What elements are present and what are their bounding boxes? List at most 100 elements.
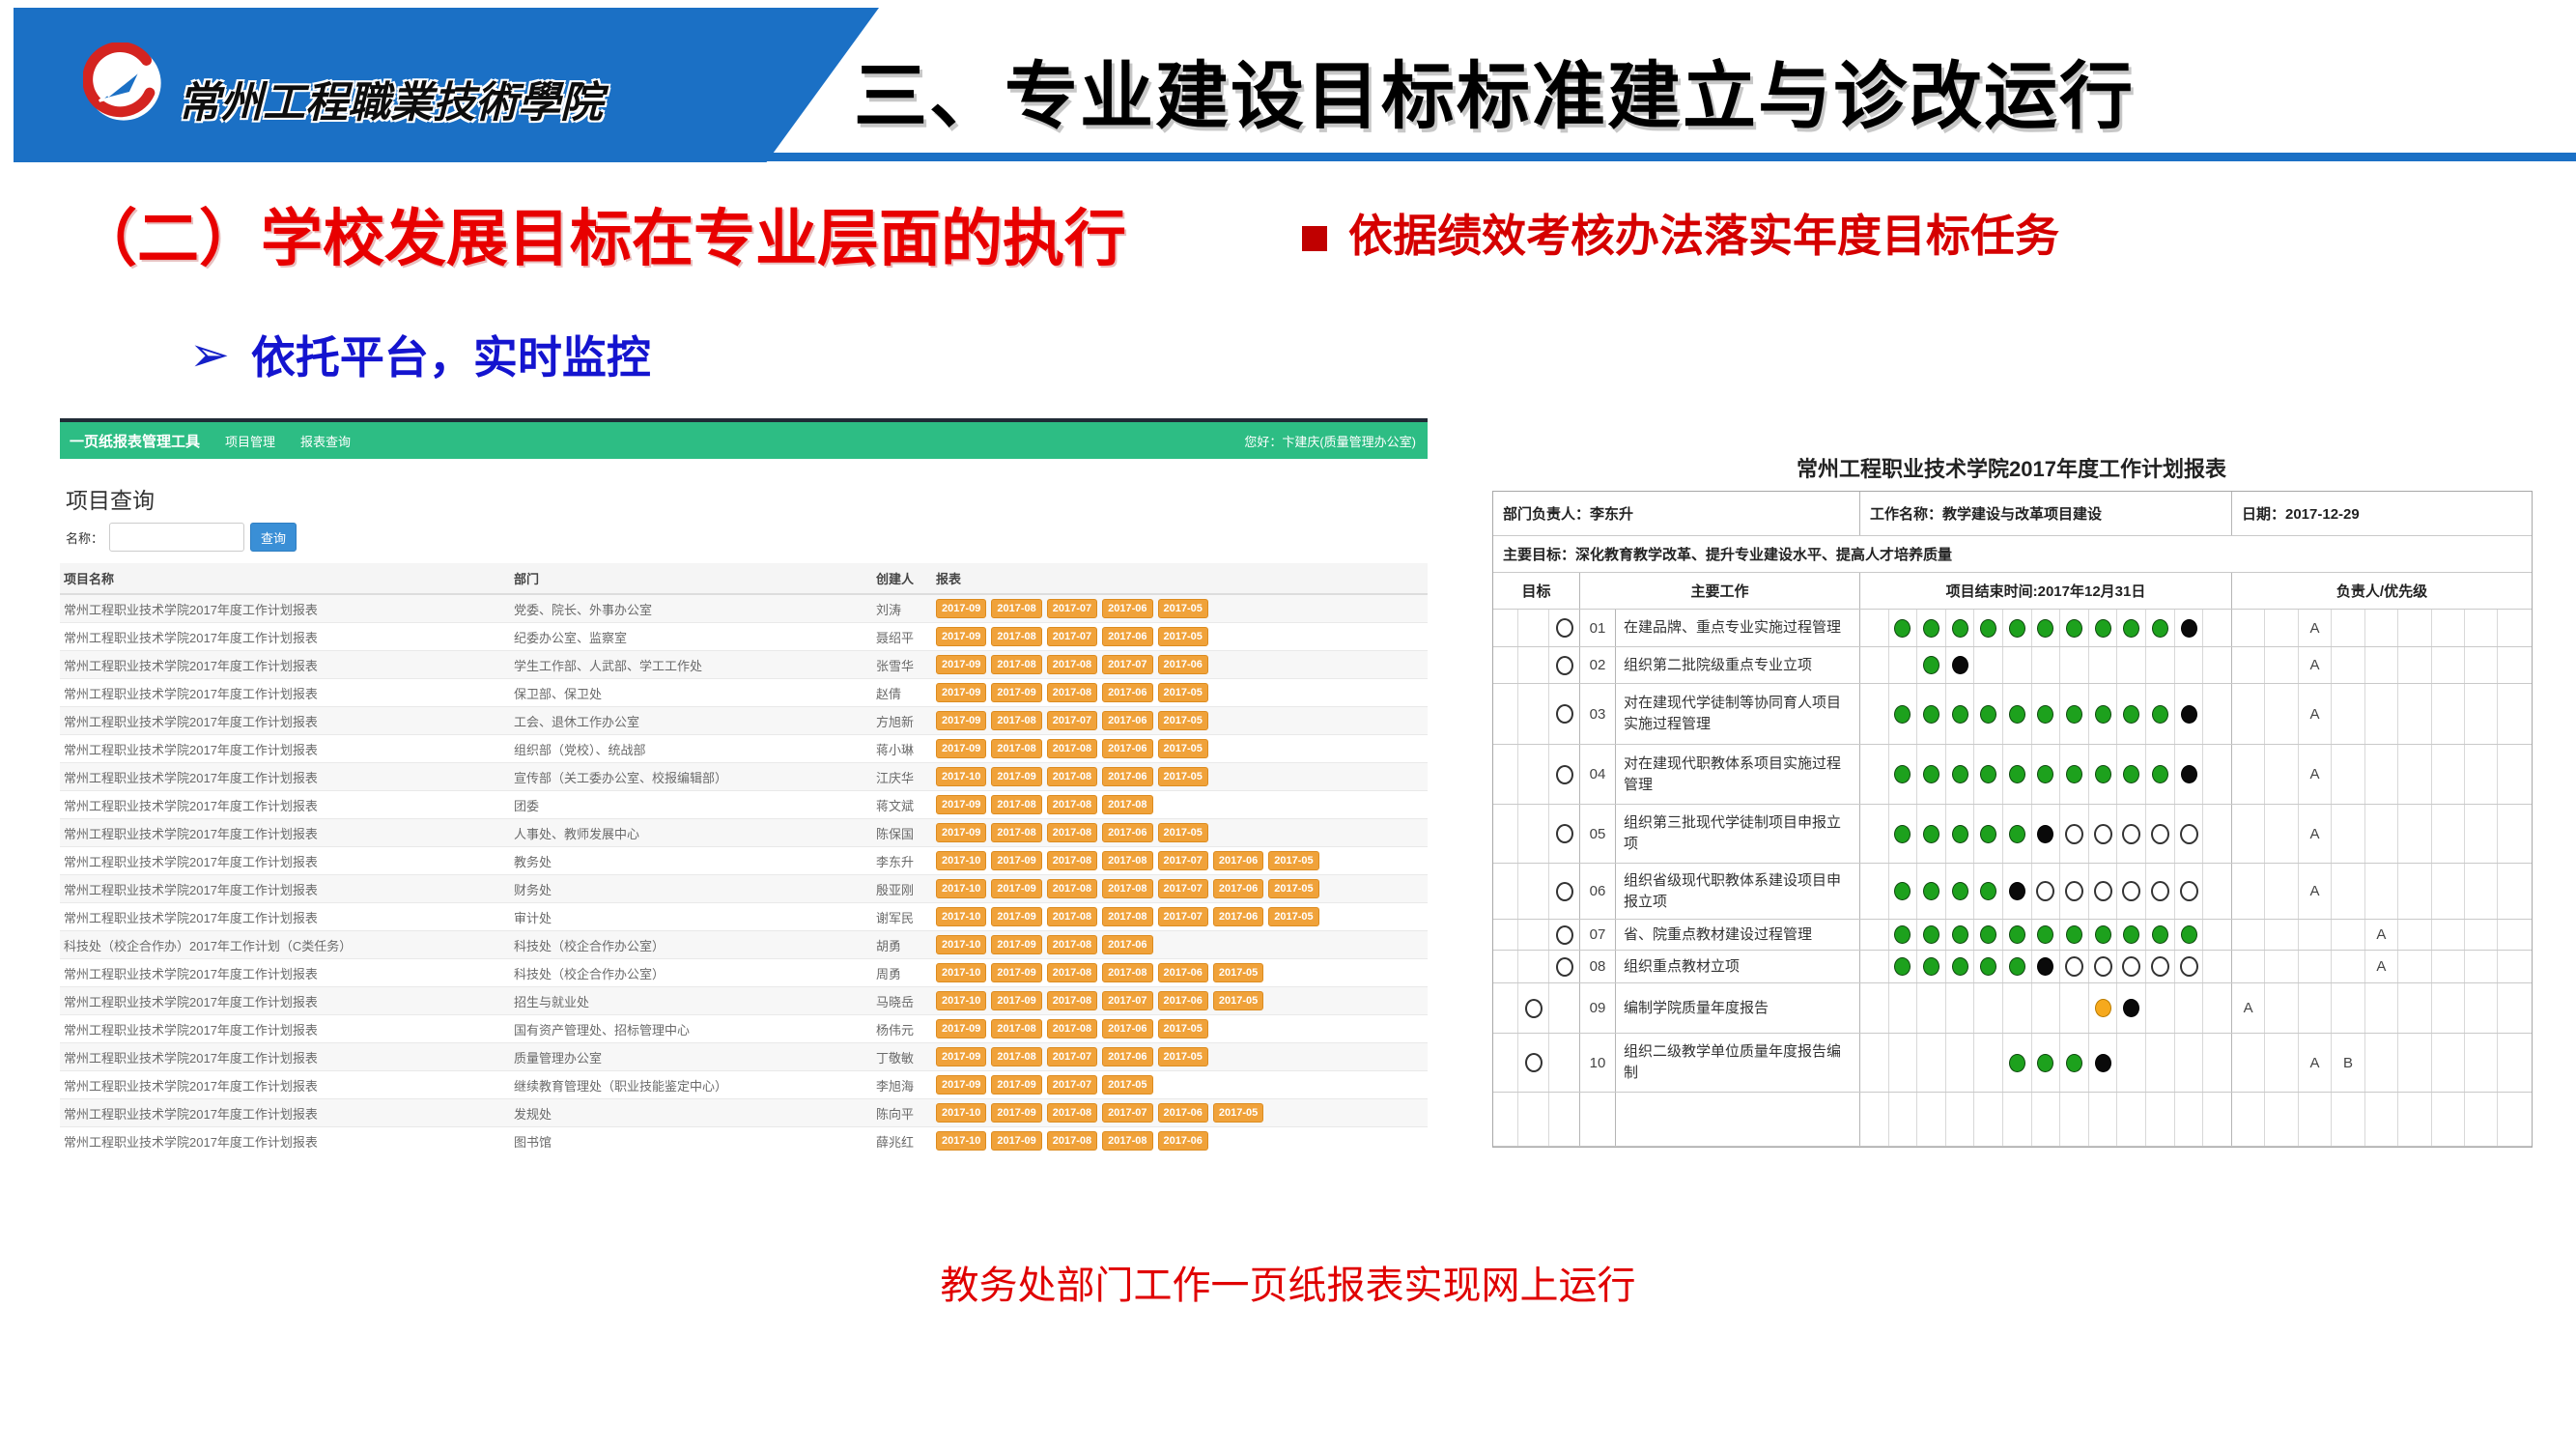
report-date-badge[interactable]: 2017-08 [991,795,1041,814]
report-date-badge[interactable]: 2017-10 [936,879,986,898]
report-date-badge[interactable]: 2017-08 [991,1047,1041,1066]
report-date-badge[interactable]: 2017-09 [991,907,1041,926]
report-date-badge[interactable]: 2017-06 [1213,851,1263,870]
report-date-badge[interactable]: 2017-09 [991,879,1041,898]
report-date-badge[interactable]: 2017-09 [936,711,986,730]
report-date-badge[interactable]: 2017-05 [1158,1047,1208,1066]
report-date-badge[interactable]: 2017-06 [1213,907,1263,926]
report-date-badge[interactable]: 2017-07 [1158,907,1208,926]
report-date-badge[interactable]: 2017-09 [936,1047,986,1066]
report-date-badge[interactable]: 2017-06 [1102,599,1152,618]
report-date-badge[interactable]: 2017-05 [1213,1103,1263,1123]
report-date-badge[interactable]: 2017-10 [936,991,986,1010]
report-date-badge[interactable]: 2017-10 [936,1131,986,1151]
report-date-badge[interactable]: 2017-09 [991,1103,1041,1123]
report-date-badge[interactable]: 2017-08 [1047,823,1097,842]
report-date-badge[interactable]: 2017-05 [1268,907,1318,926]
report-date-badge[interactable]: 2017-07 [1047,1075,1097,1095]
report-date-badge[interactable]: 2017-09 [936,655,986,674]
report-date-badge[interactable]: 2017-08 [1047,795,1097,814]
report-date-badge[interactable]: 2017-06 [1102,683,1152,702]
report-date-badge[interactable]: 2017-08 [1102,851,1152,870]
search-input[interactable] [109,523,244,552]
report-date-badge[interactable]: 2017-09 [991,1075,1041,1095]
report-date-badge[interactable]: 2017-08 [1047,907,1097,926]
report-date-badge[interactable]: 2017-08 [1047,879,1097,898]
report-date-badge[interactable]: 2017-07 [1047,711,1097,730]
report-date-badge[interactable]: 2017-09 [936,683,986,702]
report-date-badge[interactable]: 2017-08 [1047,739,1097,758]
report-date-badge[interactable]: 2017-08 [991,739,1041,758]
report-date-badge[interactable]: 2017-08 [991,823,1041,842]
report-date-badge[interactable]: 2017-08 [1047,991,1097,1010]
report-date-badge[interactable]: 2017-09 [991,683,1041,702]
report-date-badge[interactable]: 2017-06 [1102,767,1152,786]
report-date-badge[interactable]: 2017-06 [1158,655,1208,674]
report-date-badge[interactable]: 2017-07 [1158,851,1208,870]
report-date-badge[interactable]: 2017-05 [1102,1075,1152,1095]
report-date-badge[interactable]: 2017-09 [936,627,986,646]
report-date-badge[interactable]: 2017-07 [1047,1047,1097,1066]
report-date-badge[interactable]: 2017-08 [1047,851,1097,870]
report-date-badge[interactable]: 2017-10 [936,767,986,786]
report-date-badge[interactable]: 2017-06 [1102,1047,1152,1066]
report-date-badge[interactable]: 2017-08 [1102,1131,1152,1151]
report-date-badge[interactable]: 2017-06 [1102,627,1152,646]
report-date-badge[interactable]: 2017-05 [1268,879,1318,898]
report-date-badge[interactable]: 2017-10 [936,1103,986,1123]
report-date-badge[interactable]: 2017-08 [991,599,1041,618]
report-date-badge[interactable]: 2017-05 [1268,851,1318,870]
report-date-badge[interactable]: 2017-06 [1158,991,1208,1010]
report-date-badge[interactable]: 2017-10 [936,935,986,954]
report-date-badge[interactable]: 2017-06 [1102,935,1152,954]
report-date-badge[interactable]: 2017-05 [1158,739,1208,758]
report-date-badge[interactable]: 2017-06 [1158,1103,1208,1123]
report-date-badge[interactable]: 2017-08 [991,1019,1041,1038]
nav-item-project-manage[interactable]: 项目管理 [225,432,275,450]
report-date-badge[interactable]: 2017-08 [1047,655,1097,674]
report-date-badge[interactable]: 2017-08 [1102,795,1152,814]
report-date-badge[interactable]: 2017-05 [1213,991,1263,1010]
report-date-badge[interactable]: 2017-08 [1102,907,1152,926]
report-date-badge[interactable]: 2017-06 [1158,963,1208,982]
report-date-badge[interactable]: 2017-07 [1102,655,1152,674]
report-date-badge[interactable]: 2017-09 [991,851,1041,870]
report-date-badge[interactable]: 2017-05 [1158,711,1208,730]
report-date-badge[interactable]: 2017-07 [1102,991,1152,1010]
report-date-badge[interactable]: 2017-08 [1047,963,1097,982]
report-date-badge[interactable]: 2017-05 [1158,627,1208,646]
search-button[interactable]: 查询 [250,523,297,552]
nav-item-report-query[interactable]: 报表查询 [300,432,351,450]
report-date-badge[interactable]: 2017-07 [1158,879,1208,898]
report-date-badge[interactable]: 2017-08 [1047,767,1097,786]
report-date-badge[interactable]: 2017-05 [1158,683,1208,702]
report-date-badge[interactable]: 2017-08 [1047,1131,1097,1151]
report-date-badge[interactable]: 2017-10 [936,963,986,982]
app-brand[interactable]: 一页纸报表管理工具 [70,431,200,451]
report-date-badge[interactable]: 2017-06 [1102,1019,1152,1038]
report-date-badge[interactable]: 2017-09 [991,963,1041,982]
report-date-badge[interactable]: 2017-08 [1102,879,1152,898]
report-date-badge[interactable]: 2017-05 [1158,599,1208,618]
report-date-badge[interactable]: 2017-09 [936,823,986,842]
report-date-badge[interactable]: 2017-08 [1047,935,1097,954]
report-date-badge[interactable]: 2017-08 [991,655,1041,674]
report-date-badge[interactable]: 2017-05 [1158,823,1208,842]
report-date-badge[interactable]: 2017-07 [1102,1103,1152,1123]
report-date-badge[interactable]: 2017-05 [1158,767,1208,786]
report-date-badge[interactable]: 2017-09 [936,795,986,814]
report-date-badge[interactable]: 2017-10 [936,851,986,870]
report-date-badge[interactable]: 2017-07 [1047,627,1097,646]
report-date-badge[interactable]: 2017-09 [991,1131,1041,1151]
report-date-badge[interactable]: 2017-06 [1102,711,1152,730]
report-date-badge[interactable]: 2017-09 [936,1075,986,1095]
report-date-badge[interactable]: 2017-05 [1213,963,1263,982]
report-date-badge[interactable]: 2017-10 [936,907,986,926]
report-date-badge[interactable]: 2017-07 [1047,599,1097,618]
report-date-badge[interactable]: 2017-05 [1158,1019,1208,1038]
report-date-badge[interactable]: 2017-08 [991,627,1041,646]
report-date-badge[interactable]: 2017-06 [1102,739,1152,758]
navbar-user-greeting[interactable]: 您好：卞建庆(质量管理办公室) [1244,432,1416,450]
report-date-badge[interactable]: 2017-09 [991,767,1041,786]
report-date-badge[interactable]: 2017-09 [936,599,986,618]
